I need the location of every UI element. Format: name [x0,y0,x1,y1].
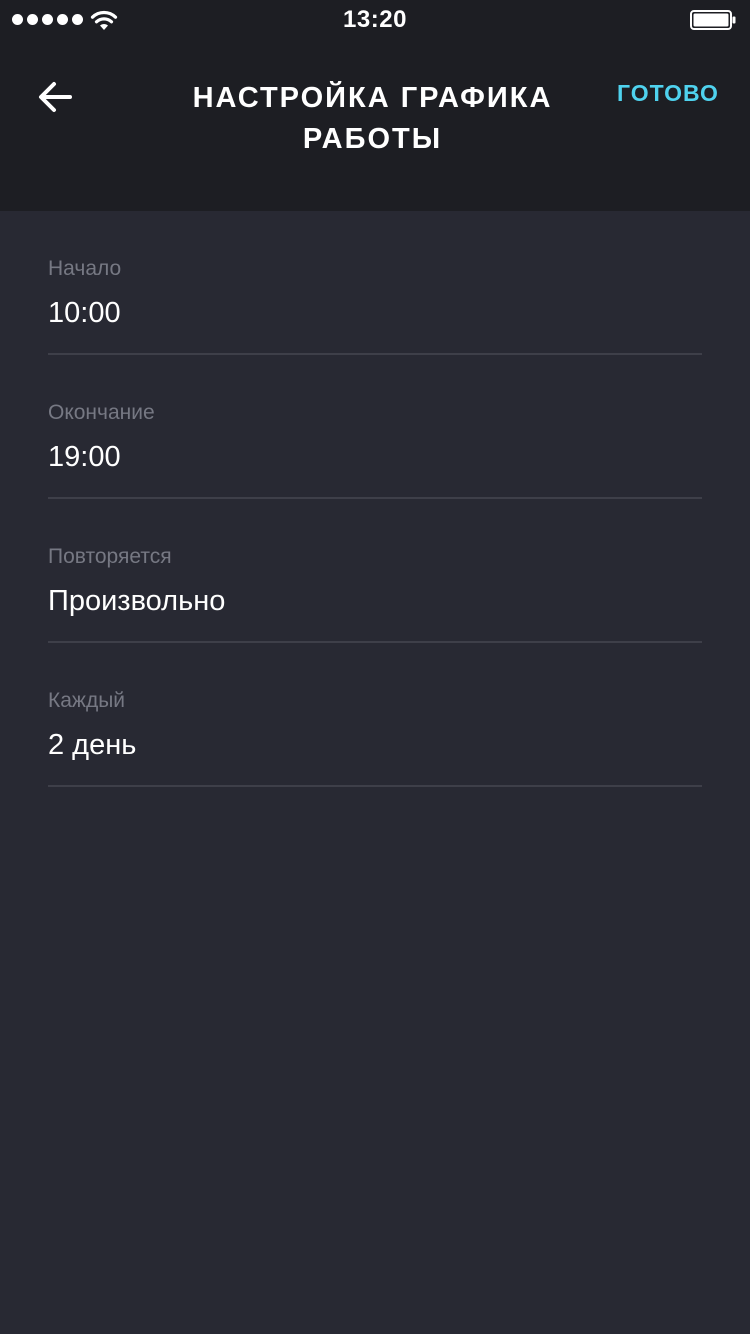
field-start[interactable]: Начало 10:00 [48,211,702,355]
status-time: 13:20 [343,6,407,33]
field-value: Произвольно [48,585,226,617]
back-button[interactable] [32,76,80,118]
field-label: Окончание [48,401,155,424]
arrow-left-icon [39,82,72,112]
field-value: 2 день [48,729,137,761]
field-repeat[interactable]: Повторяется Произвольно [48,499,702,643]
done-button[interactable]: ГОТОВО [598,80,738,107]
status-bar: 13:20 [0,0,750,40]
field-every[interactable]: Каждый 2 день [48,643,702,787]
field-label: Повторяется [48,545,172,568]
field-value: 10:00 [48,297,121,329]
battery-icon [690,10,736,30]
field-label: Каждый [48,689,126,712]
field-value: 19:00 [48,441,121,473]
field-end[interactable]: Окончание 19:00 [48,355,702,499]
schedule-form: Начало 10:00 Окончание 19:00 Повторяется… [48,211,702,787]
header: 13:20 НАСТРОЙКА ГРАФИКА РАБОТЫ ГОТОВО [0,0,750,211]
field-label: Начало [48,257,122,280]
page-title: НАСТРОЙКА ГРАФИКА РАБОТЫ [192,82,553,155]
screen: 13:20 НАСТРОЙКА ГРАФИКА РАБОТЫ ГОТОВО На… [0,0,750,1334]
